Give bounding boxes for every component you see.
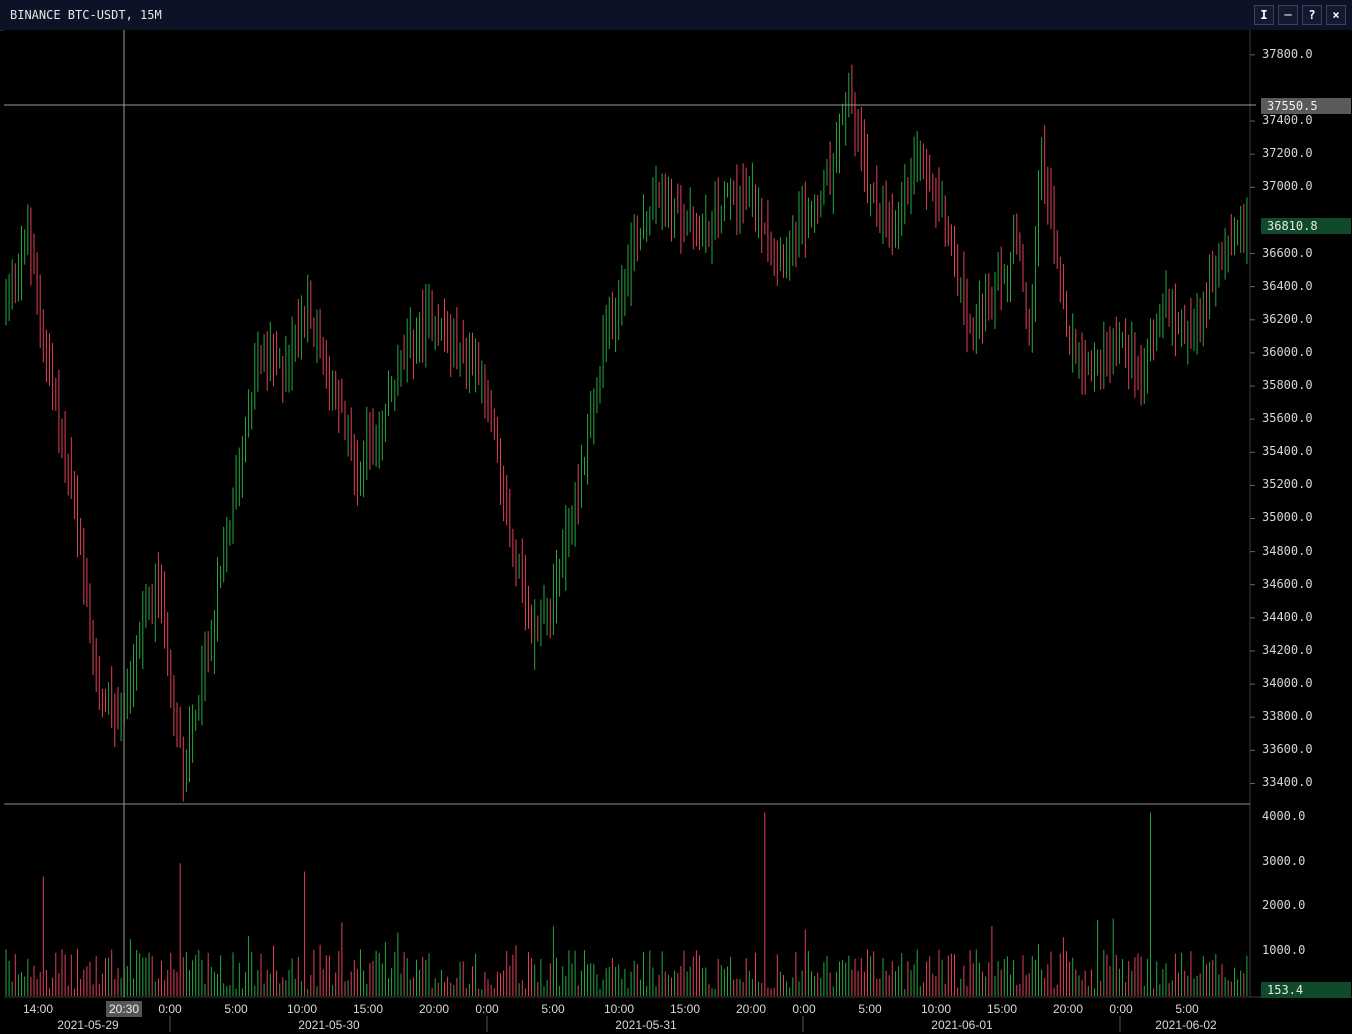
date-axis-label: 2021-06-02 [1155,1018,1217,1032]
price-axis-label: 35600.0 [1262,411,1313,426]
price-axis-label: 37000.0 [1262,179,1313,194]
volume-axis-label: 1000.0 [1262,943,1306,958]
price-axis-label: 35200.0 [1262,477,1313,492]
time-axis-label: 14:00 [22,1002,54,1016]
help-button[interactable]: ? [1302,5,1322,25]
time-axis-label: 15:00 [669,1002,701,1016]
time-axis-label: 10:00 [920,1002,952,1016]
crosshair-price-tag: 37550.5 [1261,98,1351,114]
volume-axis-label: 4000.0 [1262,808,1306,823]
price-axis-label: 35800.0 [1262,378,1313,393]
time-axis-label: 0:00 [475,1002,499,1016]
price-axis-label: 33400.0 [1262,775,1313,790]
time-axis-label: 20:00 [1052,1002,1084,1016]
price-axis-label: 33800.0 [1262,709,1313,724]
time-axis-label: 10:00 [286,1002,318,1016]
close-button[interactable]: × [1326,5,1346,25]
time-axis-label: 5:00 [1175,1002,1199,1016]
last-price-tag: 36810.8 [1261,218,1351,234]
time-axis-label: 0:00 [1109,1002,1133,1016]
price-axis-label: 34000.0 [1262,676,1313,691]
time-axis-label: 15:00 [352,1002,384,1016]
price-bars [5,64,1248,802]
price-axis-label: 34800.0 [1262,543,1313,558]
price-axis-label: 35000.0 [1262,510,1313,525]
date-axis-label: 2021-05-29 [57,1018,119,1032]
time-axis-label: 0:00 [792,1002,816,1016]
price-axis-label: 36000.0 [1262,344,1313,359]
time-axis-label: 0:00 [158,1002,182,1016]
price-axis-label: 36200.0 [1262,311,1313,326]
window-title: BINANCE BTC-USDT, 15M [10,8,162,22]
date-axis-label: 2021-05-31 [615,1018,677,1032]
date-axis-label: 2021-06-01 [931,1018,993,1032]
time-axis-label: 5:00 [224,1002,248,1016]
ohlc-chart-canvas[interactable] [4,30,1352,1034]
time-axis-label: 5:00 [858,1002,882,1016]
last-volume-tag: 153.4 [1261,982,1351,998]
price-axis-label: 37200.0 [1262,146,1313,161]
time-axis-label: 20:00 [418,1002,450,1016]
minimize-button[interactable]: ─ [1278,5,1298,25]
price-axis-label: 37400.0 [1262,113,1313,128]
volume-bars [5,812,1248,996]
price-axis-label: 36600.0 [1262,245,1313,260]
volume-axis-label: 2000.0 [1262,898,1306,913]
indicator-button[interactable]: I [1254,5,1274,25]
price-axis-label: 34600.0 [1262,576,1313,591]
time-axis-label: 10:00 [603,1002,635,1016]
time-axis-label: 15:00 [986,1002,1018,1016]
time-axis-label: 20:00 [735,1002,767,1016]
price-axis-label: 36400.0 [1262,278,1313,293]
time-axis-label: 5:00 [541,1002,565,1016]
crosshair-time-tag: 20:30 [105,1001,143,1017]
price-axis-label: 35400.0 [1262,444,1313,459]
price-axis-label: 34200.0 [1262,642,1313,657]
window-titlebar: BINANCE BTC-USDT, 15M I ─ ? × [0,0,1352,31]
date-axis-label: 2021-05-30 [298,1018,360,1032]
price-axis-label: 33600.0 [1262,742,1313,757]
price-axis-label: 34400.0 [1262,609,1313,624]
volume-axis-label: 3000.0 [1262,853,1306,868]
chart-frame[interactable]: 37800.0 37400.0 37200.0 37000.0 36600.0 36400… [4,30,1352,1034]
price-axis-label: 37800.0 [1262,46,1313,61]
